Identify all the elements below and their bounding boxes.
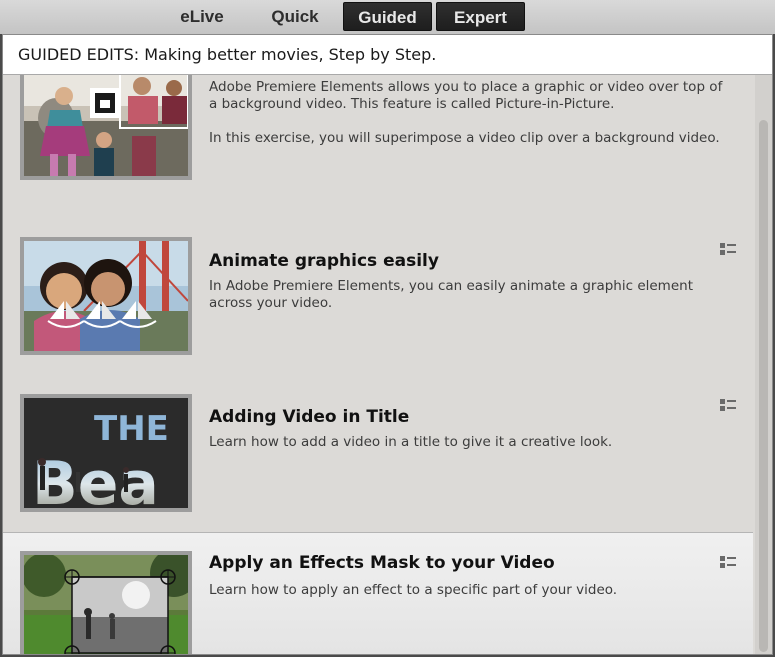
panel-header: GUIDED EDITS: Making better movies, Step…: [3, 35, 772, 75]
item-title: Animate graphics easily: [209, 251, 439, 271]
video-in-title-image: THE Bea: [24, 398, 188, 508]
item-description: In Adobe Premiere Elements, you can easi…: [209, 278, 693, 311]
animate-graphics-image: [24, 241, 188, 351]
guided-edits-panel: GUIDED EDITS: Making better movies, Step…: [2, 34, 773, 655]
tab-expert[interactable]: Expert: [436, 2, 525, 31]
animate-graphics-thumbnail[interactable]: [20, 237, 192, 355]
list-view-icon[interactable]: [720, 399, 736, 411]
item-title: Adding Video in Title: [209, 407, 410, 427]
guided-edits-list: Adobe Premiere Elements allows you to pl…: [3, 75, 753, 654]
list-item-video-in-title[interactable]: THE Bea Adding Video in Title Learn how …: [3, 391, 753, 532]
vertical-scrollbar[interactable]: [755, 75, 772, 654]
list-item-picture-in-picture[interactable]: Adobe Premiere Elements allows you to pl…: [3, 75, 753, 235]
item-description-2: In this exercise, you will superimpose a…: [209, 130, 720, 146]
list-view-icon[interactable]: [720, 243, 736, 255]
mode-bar: eLive Quick Guided Expert: [0, 0, 775, 34]
thumb-title-text-2: Bea: [32, 449, 159, 508]
item-title: Apply an Effects Mask to your Video: [209, 553, 555, 573]
item-description: Adobe Premiere Elements allows you to pl…: [209, 79, 723, 112]
list-item-animate-graphics[interactable]: Animate graphics easily In Adobe Premier…: [3, 235, 753, 391]
picture-in-picture-image: [24, 75, 188, 176]
panel-title: GUIDED EDITS: Making better movies, Step…: [18, 45, 437, 64]
tab-elive[interactable]: eLive: [163, 2, 241, 31]
video-in-title-thumbnail[interactable]: THE Bea: [20, 394, 192, 512]
list-item-effects-mask[interactable]: Apply an Effects Mask to your Video Lear…: [3, 532, 753, 654]
picture-in-picture-thumbnail[interactable]: [20, 75, 192, 180]
effects-mask-thumbnail[interactable]: [20, 551, 192, 654]
scrollbar-thumb[interactable]: [759, 120, 768, 652]
item-description: Learn how to apply an effect to a specif…: [209, 582, 618, 598]
tab-guided[interactable]: Guided: [343, 2, 432, 31]
item-description: Learn how to add a video in a title to g…: [209, 434, 613, 450]
list-view-icon[interactable]: [720, 556, 736, 568]
thumb-title-text: THE: [94, 409, 169, 449]
effects-mask-image: [24, 555, 188, 654]
tab-quick[interactable]: Quick: [256, 2, 334, 31]
